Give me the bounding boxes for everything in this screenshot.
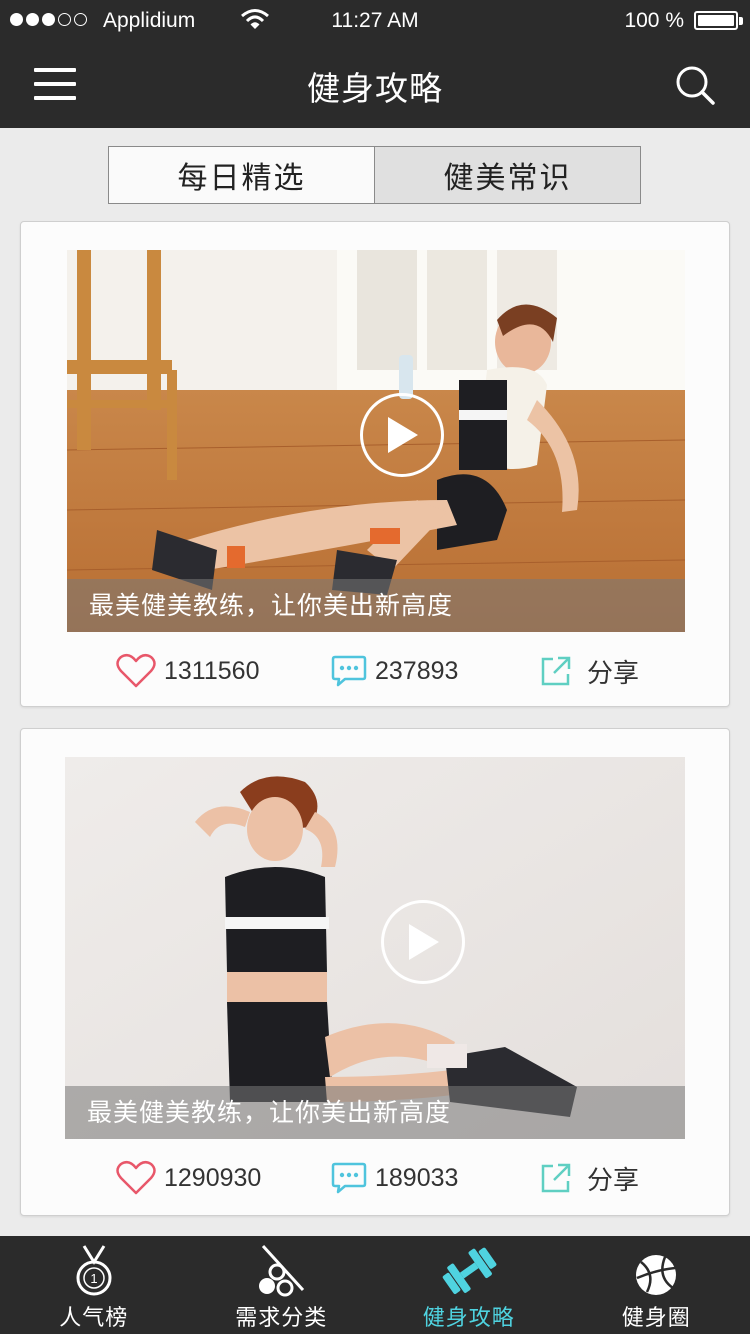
play-icon [388,417,418,453]
comment-icon [331,1162,367,1194]
medal-icon: 1 [76,1245,112,1296]
video-caption: 最美健美教练，让你美出新高度 [67,579,685,632]
comment-count: 189033 [375,1163,459,1192]
like-count: 1311560 [164,656,260,685]
status-bar: Applidium 11:27 AM 100 % [0,0,750,42]
tab-label: 健身圈 [621,1306,691,1331]
play-button[interactable] [381,900,465,984]
tab-label: 人气榜 [59,1306,129,1331]
heart-icon [116,1160,156,1195]
like-button[interactable]: 1290930 [116,1153,261,1203]
search-icon[interactable] [674,64,716,106]
share-icon [541,1163,571,1193]
post-stats: 1290930 189033 分享 [21,1153,729,1203]
comment-icon [331,655,367,687]
comment-button[interactable]: 237893 [331,646,458,696]
like-button[interactable]: 1311560 [116,646,259,696]
play-icon [409,924,439,960]
share-button[interactable]: 分享 [539,646,639,696]
tab-categories[interactable]: 需求分类 [188,1236,376,1334]
tab-bodybuilding-tips[interactable]: 健美常识 [375,147,640,203]
like-count: 1290930 [164,1163,262,1192]
battery-icon [694,11,738,30]
navigation-bar: 健身攻略 [0,42,750,128]
share-label: 分享 [587,658,640,689]
comment-button[interactable]: 189033 [331,1153,458,1203]
page-title: 健身攻略 [307,69,443,108]
tab-fitness-circle[interactable]: 健身圈 [563,1236,750,1334]
tab-daily-picks[interactable]: 每日精选 [109,147,375,203]
video-card: 最美健美教练，让你美出新高度 1290930 189033 分享 [20,728,730,1216]
post-stats: 1311560 237893 分享 [21,646,729,696]
tab-popularity-ranking[interactable]: 1 人气榜 [0,1236,188,1334]
share-button[interactable]: 分享 [539,1153,639,1203]
heart-icon [116,653,156,688]
bottom-tab-bar: 1 人气榜 需求分类 健身攻略 健身圈 [0,1236,750,1334]
video-card: 最美健美教练，让你美出新高度 1311560 237893 分享 [20,221,730,707]
tab-fitness-guide[interactable]: 健身攻略 [375,1236,563,1334]
share-label: 分享 [587,1165,640,1196]
sports-equipment-icon [259,1244,305,1297]
basketball-icon [636,1255,677,1295]
fitness-photo [65,757,685,1139]
battery-percentage: 100 % [624,9,684,32]
video-thumbnail[interactable]: 最美健美教练，让你美出新高度 [65,757,685,1139]
video-thumbnail[interactable]: 最美健美教练，让你美出新高度 [67,250,685,632]
video-caption: 最美健美教练，让你美出新高度 [65,1086,685,1139]
comment-count: 237893 [375,656,459,685]
share-icon [541,656,571,686]
tab-label: 需求分类 [235,1306,328,1331]
battery-cap [739,17,743,25]
segmented-control: 每日精选 健美常识 [108,146,641,204]
svg-text:1: 1 [90,1271,97,1286]
play-button[interactable] [360,393,444,477]
dumbbell-icon [442,1247,497,1294]
tab-label: 健身攻略 [422,1306,515,1331]
